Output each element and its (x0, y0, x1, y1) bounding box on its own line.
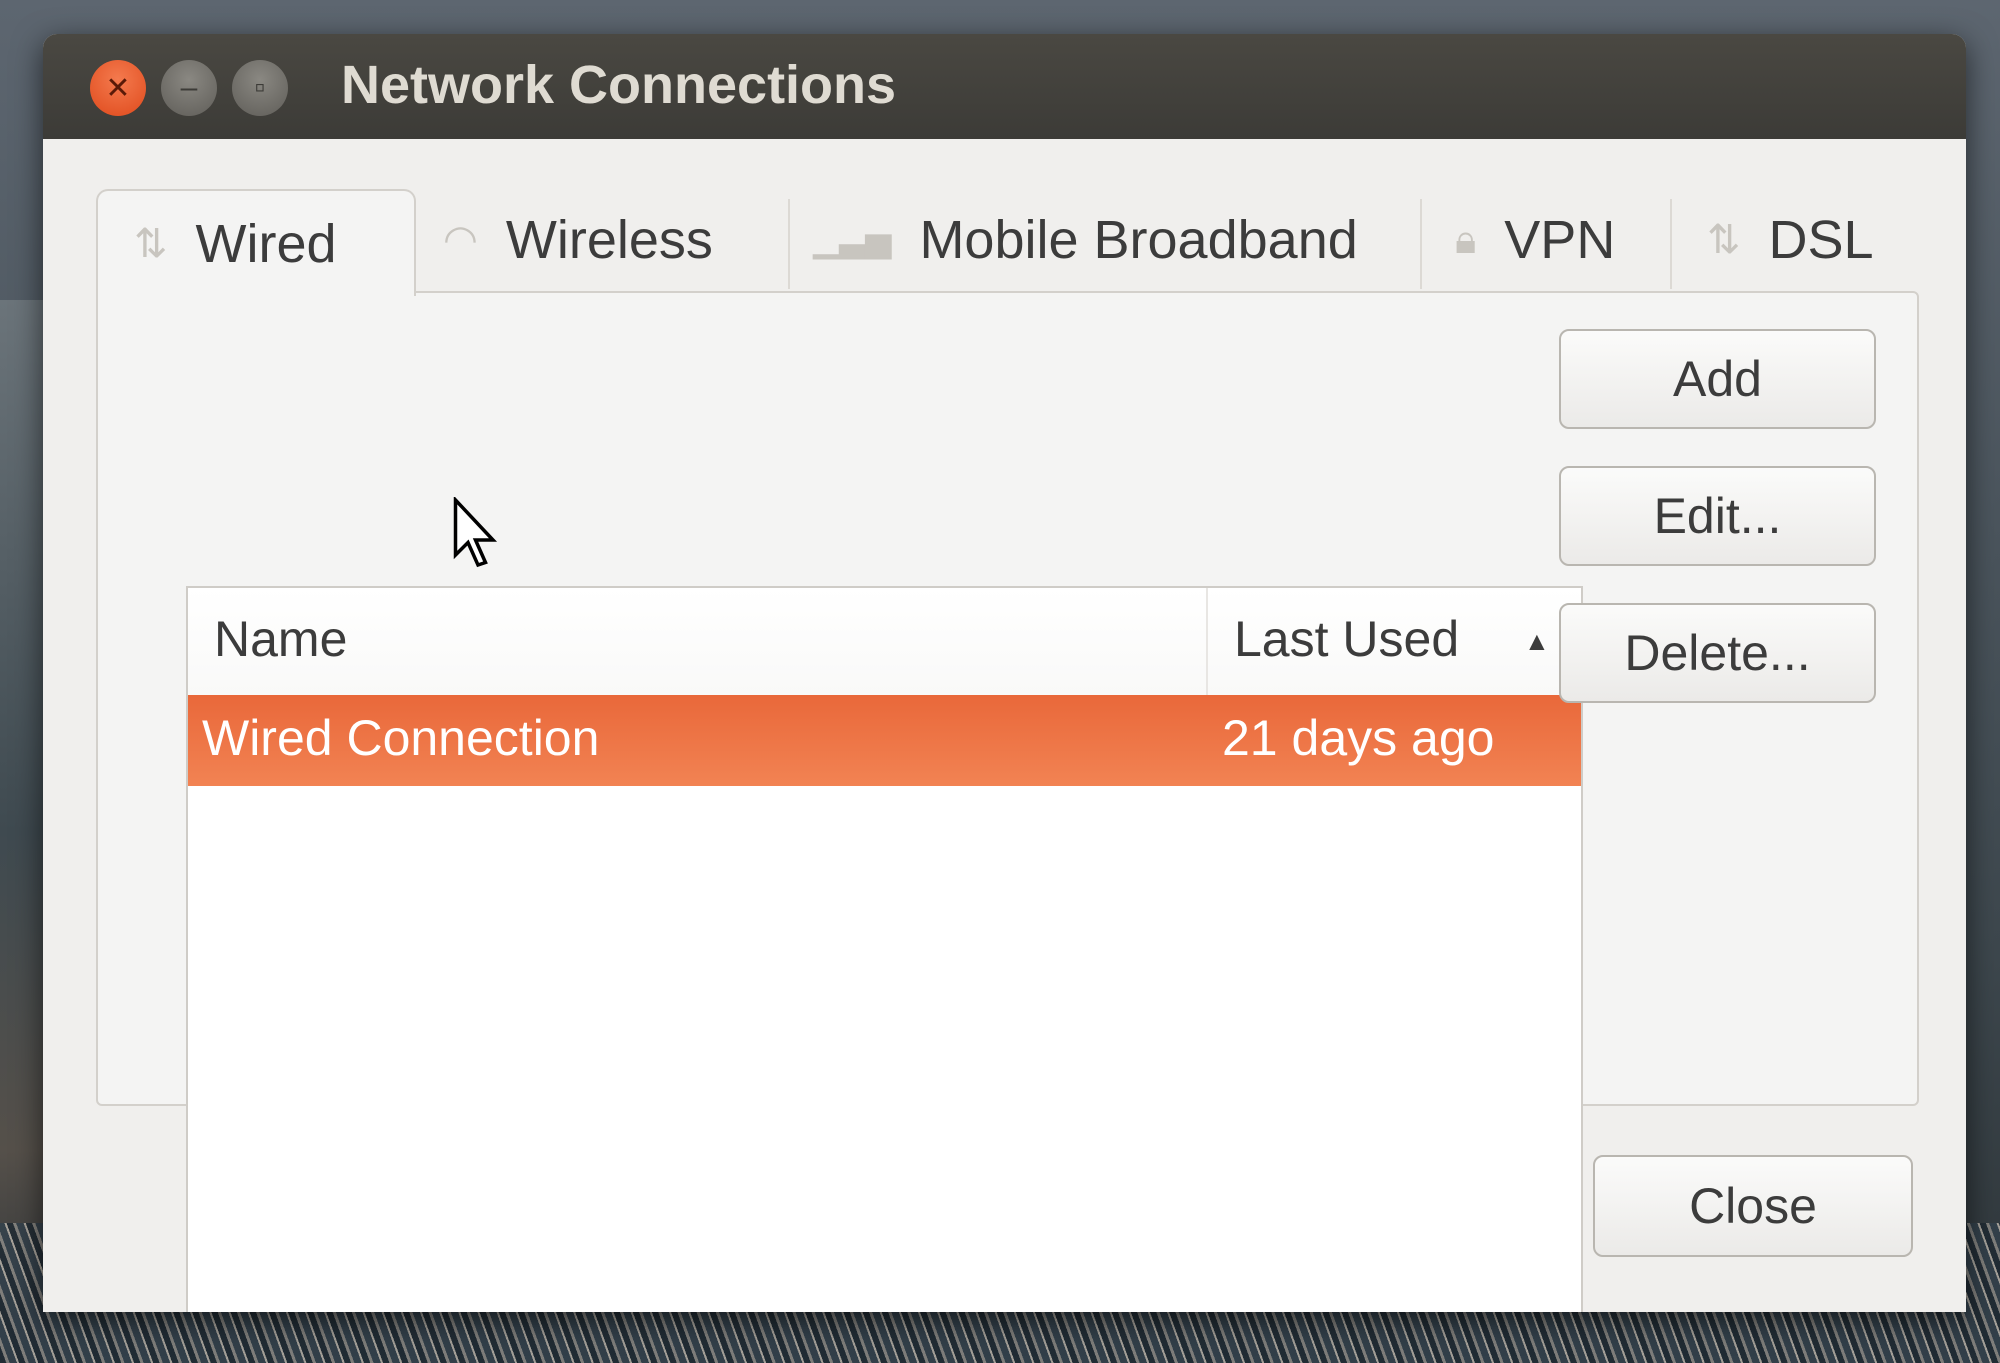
window-title: Network Connections (341, 55, 897, 115)
delete-button[interactable]: Delete... (1559, 603, 1876, 703)
edit-button[interactable]: Edit... (1559, 466, 1876, 566)
tab-label: Wired (195, 213, 337, 274)
tab-label: VPN (1504, 210, 1616, 270)
close-button[interactable]: Close (1593, 1155, 1913, 1257)
desktop-background (0, 300, 45, 1363)
maximize-icon: ▫ (254, 71, 266, 104)
lock-icon: 🔒︎ (1455, 217, 1477, 262)
tab-label: DSL (1768, 210, 1874, 270)
tab-label: Wireless (505, 210, 713, 270)
network-arrows-icon: ⇅ (134, 221, 168, 266)
add-button[interactable]: Add (1559, 329, 1876, 429)
tab-separator (788, 199, 790, 289)
connection-name: Wired Connection (202, 710, 600, 766)
column-header-last-used[interactable]: Last Used (1234, 610, 1459, 668)
sort-ascending-icon: ▲ (1524, 626, 1550, 656)
column-separator[interactable] (1206, 588, 1208, 695)
tab-wired[interactable]: ⇅ Wired (96, 189, 416, 296)
tab-wireless[interactable]: ◠ Wireless (443, 189, 713, 291)
signal-bars-icon: ▁▃▅ (813, 221, 892, 259)
network-arrows-icon: ⇅ (1707, 218, 1741, 262)
tab-label: Mobile Broadband (919, 210, 1358, 270)
list-header: Name Last Used ▲ (188, 588, 1581, 695)
window-minimize-button[interactable]: – (161, 60, 217, 116)
window-close-button[interactable]: ✕ (90, 60, 146, 116)
tab-vpn[interactable]: 🔒︎ VPN (1455, 189, 1615, 291)
wifi-icon: ◠ (443, 218, 478, 262)
tab-mobile-broadband[interactable]: ▁▃▅ Mobile Broadband (813, 189, 1358, 291)
title-bar[interactable]: ✕ – ▫ Network Connections (43, 34, 1966, 139)
connections-list[interactable]: Name Last Used ▲ Wired Connection 21 day… (186, 586, 1583, 1312)
tab-panel: Name Last Used ▲ Wired Connection 21 day… (96, 291, 1919, 1312)
mouse-cursor-icon (453, 497, 498, 568)
table-row[interactable]: Wired Connection 21 days ago (188, 695, 1581, 786)
connection-last-used: 21 days ago (1222, 710, 1495, 766)
column-header-name[interactable]: Name (214, 610, 347, 668)
window-maximize-button[interactable]: ▫ (232, 60, 288, 116)
tab-separator (1670, 199, 1672, 289)
tab-separator (1420, 199, 1422, 289)
close-icon: ✕ (105, 71, 131, 105)
tab-dsl[interactable]: ⇅ DSL (1707, 189, 1874, 291)
network-connections-window: ✕ – ▫ Network Connections Name Last Used… (43, 34, 1966, 1312)
minimize-icon: – (180, 71, 198, 104)
